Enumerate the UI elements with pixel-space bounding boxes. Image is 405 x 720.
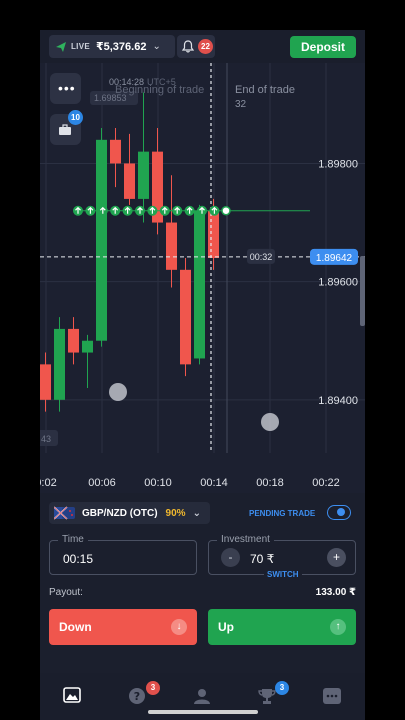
- trophy-icon: [258, 689, 276, 704]
- time-label: Time: [58, 534, 88, 545]
- left-value-label: 43: [41, 434, 51, 444]
- user-icon: [194, 689, 210, 704]
- y-tick-label: 1.89600: [318, 277, 358, 289]
- more-menu-button[interactable]: •••: [50, 73, 81, 104]
- arrow-down-icon: ↓: [171, 619, 187, 635]
- chevron-down-icon: ⌄: [152, 41, 161, 52]
- trade-end-marker: [221, 205, 231, 216]
- chevron-down-icon: ⌄: [192, 507, 201, 519]
- svg-text:?: ?: [134, 690, 140, 703]
- time-value: 00:15: [63, 552, 94, 566]
- x-tick-label: 00:14: [200, 477, 228, 489]
- candle-body: [166, 222, 177, 270]
- deposit-button[interactable]: Deposit: [290, 36, 356, 58]
- investment-field[interactable]: Investment - 70 ₹ + SWITCH: [208, 534, 356, 579]
- candle-body: [110, 139, 121, 164]
- more-icon: •••: [58, 80, 76, 96]
- minus-icon: -: [228, 550, 233, 564]
- candle-body: [180, 269, 191, 365]
- briefcase-icon: [59, 124, 71, 135]
- bell-icon: [182, 40, 194, 53]
- image-chart-icon: [63, 687, 81, 703]
- chart-scrollbar: [360, 256, 365, 326]
- decrease-investment-button[interactable]: -: [221, 548, 240, 567]
- candle-body: [124, 163, 135, 199]
- candle-body: [194, 210, 205, 359]
- app-screen: LIVE ₹5,376.62 ⌄ 22 Deposit 0:02 00:06 00:…: [40, 30, 365, 720]
- pending-trade-label: PENDING TRADE: [249, 509, 316, 518]
- flag-icon: [54, 506, 75, 520]
- x-tick-label: 00:10: [144, 477, 172, 489]
- help-badge: 3: [146, 681, 160, 695]
- increase-investment-button[interactable]: +: [327, 548, 346, 567]
- top-bar: LIVE ₹5,376.62 ⌄ 22 Deposit: [40, 30, 365, 63]
- x-tick-label: 00:22: [312, 477, 340, 489]
- y-tick-label: 1.89800: [318, 158, 358, 170]
- asset-name: GBP/NZD (OTC): [82, 507, 158, 519]
- candle-body: [208, 210, 219, 258]
- paper-plane-icon: [56, 41, 66, 52]
- candle-body: [40, 364, 51, 400]
- up-button-label: Up: [218, 620, 234, 634]
- notifications-button[interactable]: 22: [177, 35, 215, 58]
- more-icon: [323, 688, 341, 704]
- pending-trade-toggle[interactable]: [327, 505, 351, 520]
- nav-tournaments[interactable]: 3: [258, 681, 289, 707]
- up-button[interactable]: Up ↑: [208, 609, 356, 645]
- touch-indicator: [109, 383, 127, 401]
- x-tick-label: 00:18: [256, 477, 284, 489]
- payout-value: 133.00 ₹: [315, 587, 356, 598]
- end-of-trade-label: End of trade: [235, 84, 295, 96]
- touch-indicator: [261, 413, 279, 431]
- account-type: LIVE: [71, 42, 90, 51]
- portfolio-button[interactable]: 10: [50, 110, 83, 145]
- help-icon: ?: [129, 688, 145, 704]
- trade-controls: GBP/NZD (OTC) 90% ⌄ PENDING TRADE Time 0…: [40, 493, 365, 673]
- tournaments-badge: 3: [275, 681, 289, 695]
- payout-label: Payout:: [49, 587, 83, 598]
- arrow-up-icon: ↑: [330, 619, 346, 635]
- payout-percent: 90%: [165, 507, 186, 519]
- notifications-badge: 22: [198, 39, 213, 54]
- timer-label: 00:32: [250, 252, 273, 262]
- toggle-knob: [337, 508, 345, 516]
- home-indicator: [148, 710, 258, 714]
- candle-body: [96, 139, 107, 341]
- current-price-label: 1.89642: [316, 253, 353, 264]
- x-tick-label: 00:06: [88, 477, 116, 489]
- chart-canvas[interactable]: 0:02 00:06 00:10 00:14 00:18 00:22 1.89800 1.89…: [40, 63, 365, 493]
- candle-body: [138, 151, 149, 199]
- investment-value: 70 ₹: [250, 552, 275, 566]
- portfolio-badge: 10: [68, 110, 83, 125]
- account-selector[interactable]: LIVE ₹5,376.62 ⌄: [49, 35, 175, 58]
- end-of-trade-value: 32: [235, 99, 247, 110]
- candle-body: [82, 340, 93, 353]
- beginning-of-trade-label: Beginning of trade: [115, 84, 204, 96]
- plus-icon: +: [332, 550, 340, 564]
- candle-body: [68, 328, 79, 353]
- candle-body: [54, 328, 65, 400]
- x-tick-label: 0:02: [40, 477, 57, 489]
- nav-profile[interactable]: [193, 687, 213, 707]
- nav-more[interactable]: [323, 687, 343, 707]
- time-field[interactable]: Time 00:15: [49, 534, 197, 575]
- asset-selector[interactable]: GBP/NZD (OTC) 90% ⌄: [49, 502, 210, 524]
- nav-chart[interactable]: [63, 687, 83, 707]
- price-chart[interactable]: 0:02 00:06 00:10 00:14 00:18 00:22 1.89800 1.89…: [40, 63, 365, 493]
- investment-label: Investment: [217, 534, 274, 545]
- nav-help[interactable]: ? 3: [128, 681, 160, 707]
- down-button-label: Down: [59, 620, 92, 634]
- down-button[interactable]: Down ↓: [49, 609, 197, 645]
- y-tick-label: 1.89400: [318, 395, 358, 407]
- switch-currency-button[interactable]: SWITCH: [264, 570, 302, 579]
- account-balance: ₹5,376.62: [95, 41, 147, 53]
